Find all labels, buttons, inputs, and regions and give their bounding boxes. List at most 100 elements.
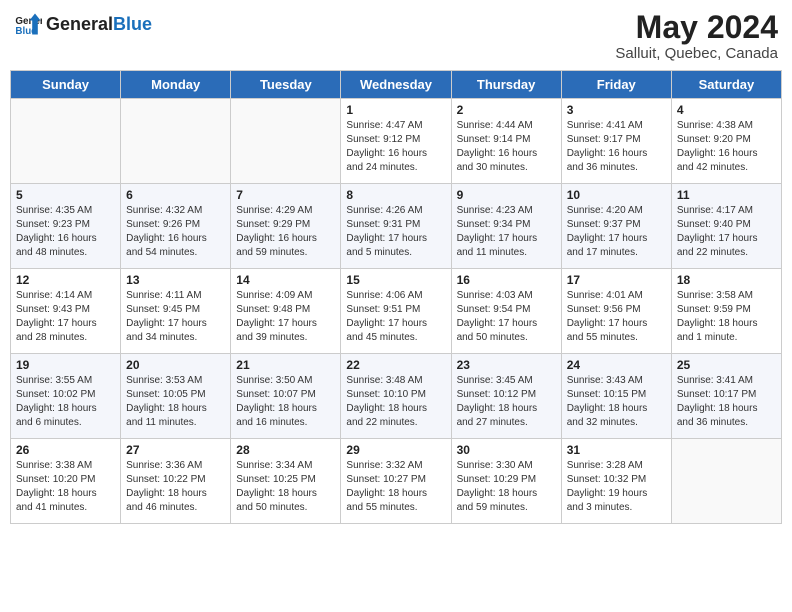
- calendar-cell: 17 Sunrise: 4:01 AM Sunset: 9:56 PM Dayli…: [561, 269, 671, 354]
- day-number: 28: [236, 443, 335, 457]
- day-number: 4: [677, 103, 776, 117]
- logo-icon: General Blue: [14, 10, 42, 38]
- day-number: 12: [16, 273, 115, 287]
- day-info: Sunrise: 3:41 AM Sunset: 10:17 PM Daylig…: [677, 374, 776, 430]
- calendar-cell: 28 Sunrise: 3:34 AM Sunset: 10:25 PM Dayl…: [231, 439, 341, 524]
- calendar-cell: 21 Sunrise: 3:50 AM Sunset: 10:07 PM Dayl…: [231, 354, 341, 439]
- calendar-cell: 1 Sunrise: 4:47 AM Sunset: 9:12 PM Daylig…: [341, 99, 451, 184]
- month-title: May 2024: [615, 10, 778, 45]
- week-row-3: 12Sunrise: 4:14 AM Sunset: 9:43 PM Dayli…: [11, 269, 782, 354]
- day-number: 16: [457, 273, 556, 287]
- calendar-cell: [11, 99, 121, 184]
- day-number: 20: [126, 358, 225, 372]
- day-number: 26: [16, 443, 115, 457]
- day-number: 23: [457, 358, 556, 372]
- day-number: 25: [677, 358, 776, 372]
- day-info: Sunrise: 3:58 AM Sunset: 9:59 PM Dayligh…: [677, 289, 776, 345]
- day-number: 13: [126, 273, 225, 287]
- calendar-cell: 7 Sunrise: 4:29 AM Sunset: 9:29 PM Daylig…: [231, 184, 341, 269]
- week-row-4: 19 Sunrise: 3:55 AM Sunset: 10:02 PM Dayl…: [11, 354, 782, 439]
- calendar-cell: [121, 99, 231, 184]
- calendar-cell: 30Sunrise: 3:30 AM Sunset: 10:29 PM Dayl…: [451, 439, 561, 524]
- day-info: Sunrise: 4:47 AM Sunset: 9:12 PM Dayligh…: [346, 119, 445, 175]
- day-info: Sunrise: 3:43 AM Sunset: 10:15 PM Daylig…: [567, 374, 666, 430]
- location-title: Salluit, Quebec, Canada: [615, 45, 778, 62]
- day-info: Sunrise: 3:28 AM Sunset: 10:32 PM Daylig…: [567, 459, 666, 515]
- day-info: Sunrise: 4:29 AM Sunset: 9:29 PM Dayligh…: [236, 204, 335, 260]
- calendar-cell: [231, 99, 341, 184]
- week-row-1: 1 Sunrise: 4:47 AM Sunset: 9:12 PM Daylig…: [11, 99, 782, 184]
- calendar-cell: 24 Sunrise: 3:43 AM Sunset: 10:15 PM Dayl…: [561, 354, 671, 439]
- day-info: Sunrise: 4:20 AM Sunset: 9:37 PM Dayligh…: [567, 204, 666, 260]
- day-info: Sunrise: 4:23 AM Sunset: 9:34 PM Dayligh…: [457, 204, 556, 260]
- day-info: Sunrise: 4:41 AM Sunset: 9:17 PM Dayligh…: [567, 119, 666, 175]
- day-info: Sunrise: 3:30 AM Sunset: 10:29 PM Daylig…: [457, 459, 556, 515]
- calendar-cell: 6 Sunrise: 4:32 AM Sunset: 9:26 PM Daylig…: [121, 184, 231, 269]
- day-info: Sunrise: 4:44 AM Sunset: 9:14 PM Dayligh…: [457, 119, 556, 175]
- day-info: Sunrise: 3:38 AM Sunset: 10:20 PM Daylig…: [16, 459, 115, 515]
- page-header: General Blue GeneralBlue May 2024 Sallui…: [10, 10, 782, 62]
- calendar-cell: 20 Sunrise: 3:53 AM Sunset: 10:05 PM Dayl…: [121, 354, 231, 439]
- day-info: Sunrise: 3:50 AM Sunset: 10:07 PM Daylig…: [236, 374, 335, 430]
- week-row-2: 5 Sunrise: 4:35 AM Sunset: 9:23 PM Daylig…: [11, 184, 782, 269]
- logo-text: GeneralBlue: [46, 14, 152, 35]
- calendar-cell: 31 Sunrise: 3:28 AM Sunset: 10:32 PM Dayl…: [561, 439, 671, 524]
- day-number: 21: [236, 358, 335, 372]
- calendar-cell: 15 Sunrise: 4:06 AM Sunset: 9:51 PM Dayli…: [341, 269, 451, 354]
- weekday-header-sunday: Sunday: [11, 71, 121, 99]
- day-number: 9: [457, 188, 556, 202]
- calendar-cell: 16 Sunrise: 4:03 AM Sunset: 9:54 PM Dayli…: [451, 269, 561, 354]
- calendar-cell: 27 Sunrise: 3:36 AM Sunset: 10:22 PM Dayl…: [121, 439, 231, 524]
- day-info: Sunrise: 3:34 AM Sunset: 10:25 PM Daylig…: [236, 459, 335, 515]
- day-number: 5: [16, 188, 115, 202]
- day-number: 15: [346, 273, 445, 287]
- day-number: 3: [567, 103, 666, 117]
- calendar-cell: 22 Sunrise: 3:48 AM Sunset: 10:10 PM Dayl…: [341, 354, 451, 439]
- calendar-cell: 2 Sunrise: 4:44 AM Sunset: 9:14 PM Daylig…: [451, 99, 561, 184]
- weekday-header-friday: Friday: [561, 71, 671, 99]
- calendar-cell: 3 Sunrise: 4:41 AM Sunset: 9:17 PM Daylig…: [561, 99, 671, 184]
- day-number: 1: [346, 103, 445, 117]
- day-number: 6: [126, 188, 225, 202]
- day-number: 17: [567, 273, 666, 287]
- calendar-cell: 13Sunrise: 4:11 AM Sunset: 9:45 PM Dayli…: [121, 269, 231, 354]
- weekday-header-wednesday: Wednesday: [341, 71, 451, 99]
- day-info: Sunrise: 4:32 AM Sunset: 9:26 PM Dayligh…: [126, 204, 225, 260]
- day-number: 24: [567, 358, 666, 372]
- day-number: 11: [677, 188, 776, 202]
- day-number: 18: [677, 273, 776, 287]
- calendar-cell: 25 Sunrise: 3:41 AM Sunset: 10:17 PM Dayl…: [671, 354, 781, 439]
- day-number: 7: [236, 188, 335, 202]
- week-row-5: 26 Sunrise: 3:38 AM Sunset: 10:20 PM Dayl…: [11, 439, 782, 524]
- day-info: Sunrise: 3:36 AM Sunset: 10:22 PM Daylig…: [126, 459, 225, 515]
- day-info: Sunrise: 4:38 AM Sunset: 9:20 PM Dayligh…: [677, 119, 776, 175]
- calendar-cell: 18 Sunrise: 3:58 AM Sunset: 9:59 PM Dayli…: [671, 269, 781, 354]
- day-info: Sunrise: 4:06 AM Sunset: 9:51 PM Dayligh…: [346, 289, 445, 345]
- day-number: 19: [16, 358, 115, 372]
- day-info: Sunrise: 3:48 AM Sunset: 10:10 PM Daylig…: [346, 374, 445, 430]
- calendar-table: SundayMondayTuesdayWednesdayThursdayFrid…: [10, 70, 782, 524]
- day-info: Sunrise: 4:35 AM Sunset: 9:23 PM Dayligh…: [16, 204, 115, 260]
- day-number: 10: [567, 188, 666, 202]
- day-info: Sunrise: 3:32 AM Sunset: 10:27 PM Daylig…: [346, 459, 445, 515]
- day-number: 8: [346, 188, 445, 202]
- title-block: May 2024 Salluit, Quebec, Canada: [615, 10, 778, 62]
- day-info: Sunrise: 3:53 AM Sunset: 10:05 PM Daylig…: [126, 374, 225, 430]
- calendar-cell: 8Sunrise: 4:26 AM Sunset: 9:31 PM Daylig…: [341, 184, 451, 269]
- calendar-cell: [671, 439, 781, 524]
- day-number: 22: [346, 358, 445, 372]
- day-number: 31: [567, 443, 666, 457]
- day-info: Sunrise: 4:01 AM Sunset: 9:56 PM Dayligh…: [567, 289, 666, 345]
- calendar-cell: 11Sunrise: 4:17 AM Sunset: 9:40 PM Dayli…: [671, 184, 781, 269]
- weekday-header-monday: Monday: [121, 71, 231, 99]
- calendar-cell: 5 Sunrise: 4:35 AM Sunset: 9:23 PM Daylig…: [11, 184, 121, 269]
- weekday-header-tuesday: Tuesday: [231, 71, 341, 99]
- day-number: 27: [126, 443, 225, 457]
- day-number: 2: [457, 103, 556, 117]
- calendar-cell: 14Sunrise: 4:09 AM Sunset: 9:48 PM Dayli…: [231, 269, 341, 354]
- day-info: Sunrise: 3:55 AM Sunset: 10:02 PM Daylig…: [16, 374, 115, 430]
- calendar-cell: 12Sunrise: 4:14 AM Sunset: 9:43 PM Dayli…: [11, 269, 121, 354]
- day-info: Sunrise: 4:03 AM Sunset: 9:54 PM Dayligh…: [457, 289, 556, 345]
- day-info: Sunrise: 3:45 AM Sunset: 10:12 PM Daylig…: [457, 374, 556, 430]
- calendar-cell: 26 Sunrise: 3:38 AM Sunset: 10:20 PM Dayl…: [11, 439, 121, 524]
